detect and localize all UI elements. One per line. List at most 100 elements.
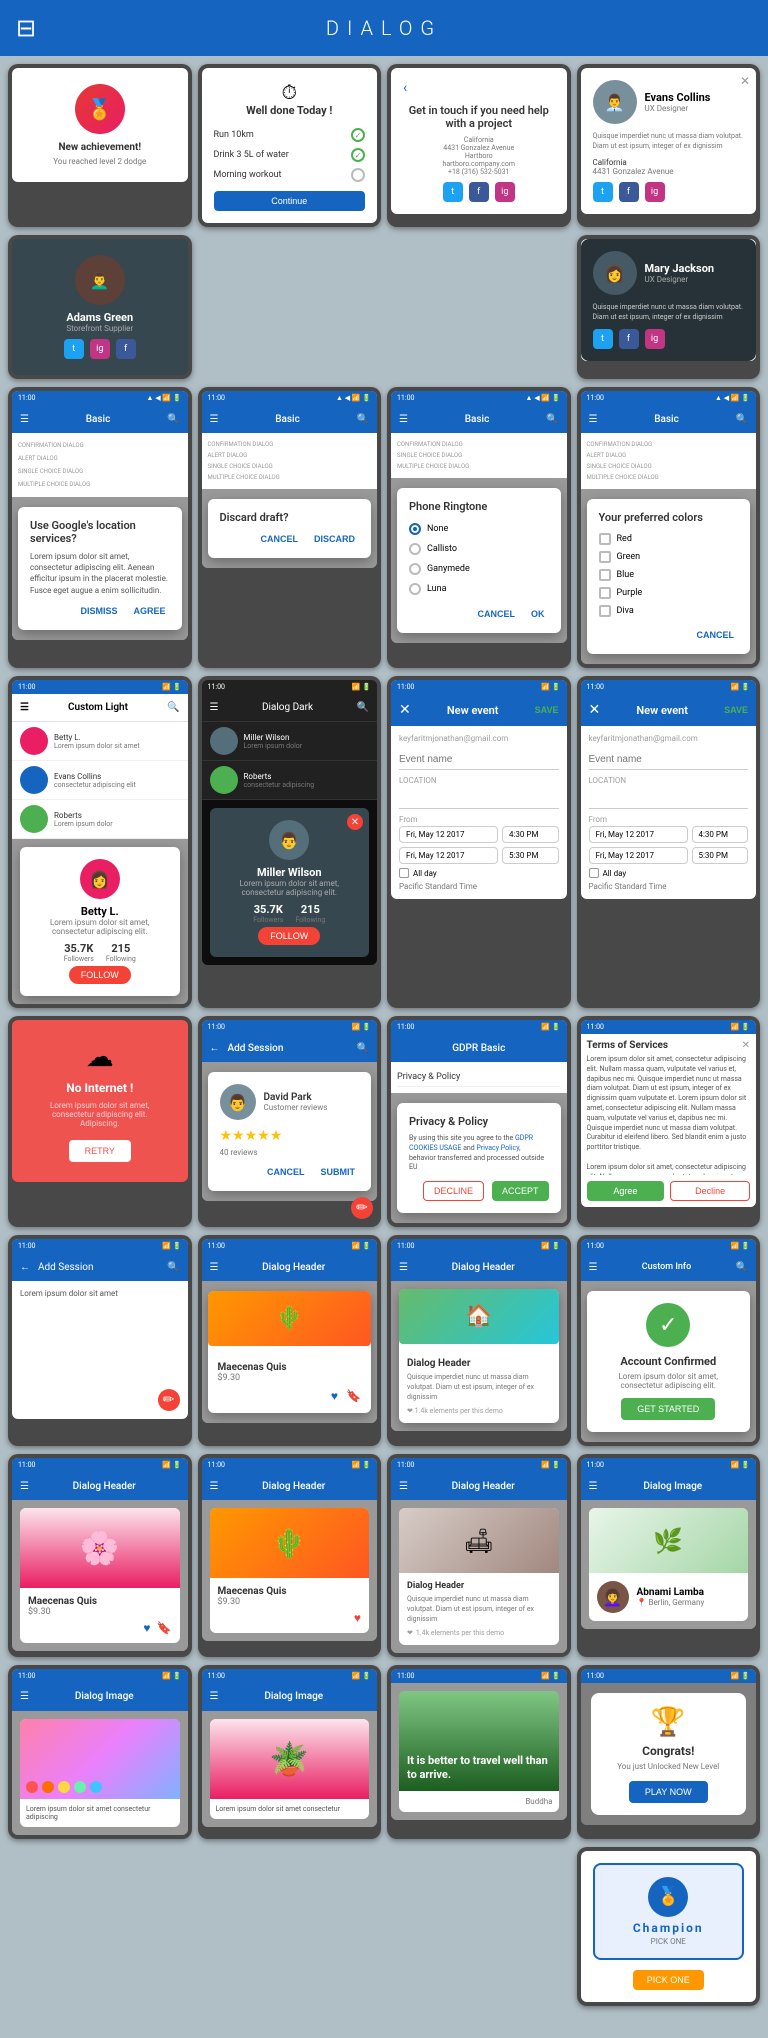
evans-ig[interactable]: ig (645, 182, 665, 202)
menu-icon[interactable]: ⊟ (16, 14, 36, 42)
from-date[interactable]: Fri, May 12 2017 (399, 826, 498, 843)
play-now-button[interactable]: PLAY NOW (629, 1781, 708, 1803)
ringtone-callisto[interactable]: Callisto (409, 539, 549, 559)
dhp-menu-icon[interactable]: ☰ (20, 1481, 29, 1492)
event-close-icon[interactable]: ✕ (399, 702, 411, 718)
color-blue[interactable]: Blue (599, 566, 739, 584)
ringtone-none[interactable]: None (409, 519, 549, 539)
dd-list-roberts[interactable]: Robertsconsectetur adipiscing (202, 761, 378, 800)
event2-save-button[interactable]: SAVE (724, 705, 748, 715)
terms-agree-button[interactable]: Agree (587, 1181, 665, 1201)
hamburger-icon[interactable]: ☰ (20, 414, 29, 425)
to2-date[interactable]: Fri, May 12 2017 (589, 847, 688, 864)
review-submit-button[interactable]: SUBMIT (317, 1165, 360, 1179)
search-icon-2[interactable]: 🔍 (357, 414, 369, 425)
ci-search-icon[interactable]: 🔍 (736, 1262, 748, 1273)
ringtone-ok[interactable]: OK (527, 607, 549, 621)
from2-date[interactable]: Fri, May 12 2017 (589, 826, 688, 843)
close-icon[interactable]: ✕ (740, 74, 750, 88)
ringtone-cancel[interactable]: CANCEL (474, 607, 520, 621)
discard-cancel-button[interactable]: CANCEL (256, 532, 302, 546)
pick-one-button[interactable]: PICK ONE (633, 1970, 704, 1990)
colors-cancel[interactable]: CANCEL (693, 628, 739, 642)
color-diva[interactable]: Diva (599, 602, 739, 620)
search-icon-3[interactable]: 🔍 (546, 414, 558, 425)
dis-menu-icon[interactable]: ☰ (589, 1481, 598, 1492)
event2-close-icon[interactable]: ✕ (589, 702, 601, 718)
terms-decline-button[interactable]: Decline (670, 1181, 750, 1201)
from2-time[interactable]: 4:30 PM (692, 826, 749, 843)
ci-menu-icon[interactable]: ☰ (589, 1262, 598, 1273)
evans-twitter[interactable]: t (593, 182, 613, 202)
dhr-menu-icon[interactable]: ☰ (399, 1481, 408, 1492)
cl-menu-icon[interactable]: ☰ (20, 702, 29, 713)
list-item-evans[interactable]: Evans Collinsconsectetur adipiscing elit (12, 761, 188, 800)
adams-ig[interactable]: ig (90, 339, 110, 359)
dhc-heart-icon[interactable]: ♥ (354, 1611, 361, 1625)
gdpr-privacy-item[interactable]: Privacy & Policy (397, 1068, 561, 1087)
cl-search-icon[interactable]: 🔍 (167, 702, 179, 713)
adams-twitter[interactable]: t (64, 339, 84, 359)
mary-twitter[interactable]: t (593, 329, 613, 349)
location-input[interactable] (399, 790, 559, 809)
gdpr-decline-button[interactable]: DECLINE (423, 1181, 484, 1201)
event2-name-input[interactable] (589, 750, 749, 770)
event-name-input[interactable] (399, 750, 559, 770)
as-fab[interactable]: ✏ (158, 1389, 180, 1411)
continue-button[interactable]: Continue (214, 191, 366, 211)
discard-button[interactable]: DISCARD (310, 532, 359, 546)
dd-menu-icon[interactable]: ☰ (210, 702, 219, 713)
event-save-button[interactable]: SAVE (535, 705, 559, 715)
ringtone-ganymede[interactable]: Ganymede (409, 559, 549, 579)
search-icon-4[interactable]: 🔍 (736, 414, 748, 425)
review-cancel-button[interactable]: CANCEL (263, 1165, 309, 1179)
terms-close-icon[interactable]: ✕ (742, 1040, 750, 1051)
to-date[interactable]: Fri, May 12 2017 (399, 847, 498, 864)
all-day-checkbox[interactable]: All day (399, 868, 559, 878)
get-started-button[interactable]: GET STARTED (621, 1398, 715, 1420)
dismiss-button[interactable]: DISMISS (76, 604, 121, 618)
hamburger-icon-4[interactable]: ☰ (589, 414, 598, 425)
dh2-menu-icon[interactable]: ☰ (399, 1262, 408, 1273)
back-button[interactable]: ‹ (403, 80, 555, 96)
dhp-like-icon[interactable]: ♥ (143, 1621, 150, 1635)
ringtone-luna[interactable]: Luna (409, 579, 549, 599)
rev-search-icon[interactable]: 🔍 (357, 1043, 369, 1054)
location2-input[interactable] (589, 790, 749, 809)
mary-fb[interactable]: f (619, 329, 639, 349)
instagram-icon[interactable]: ig (495, 182, 515, 202)
color-red[interactable]: Red (599, 530, 739, 548)
rev-back-icon[interactable]: ← (210, 1043, 220, 1054)
dd-list-miller[interactable]: Miller WilsonLorem ipsum dolor (202, 722, 378, 761)
adams-fb[interactable]: f (116, 339, 136, 359)
search-icon[interactable]: 🔍 (167, 414, 179, 425)
mary-ig[interactable]: ig (645, 329, 665, 349)
star-rating[interactable]: ★★★★★ (220, 1128, 360, 1144)
to-time[interactable]: 5:30 PM (502, 847, 559, 864)
dh1-menu-icon[interactable]: ☰ (210, 1262, 219, 1273)
betty-follow-button[interactable]: FOLLOW (69, 966, 131, 984)
dip-menu-icon[interactable]: ☰ (210, 1691, 219, 1702)
dd-search-icon[interactable]: 🔍 (357, 702, 369, 713)
dhc-menu-icon[interactable]: ☰ (210, 1481, 219, 1492)
to2-time[interactable]: 5:30 PM (692, 847, 749, 864)
dih-menu-icon[interactable]: ☰ (20, 1691, 29, 1702)
facebook-icon[interactable]: f (469, 182, 489, 202)
as-search-icon[interactable]: 🔍 (167, 1262, 179, 1273)
hamburger-icon-3[interactable]: ☰ (399, 414, 408, 425)
as-back-icon[interactable]: ← (20, 1262, 30, 1273)
color-green[interactable]: Green (599, 548, 739, 566)
twitter-icon[interactable]: t (443, 182, 463, 202)
agree-button[interactable]: AGREE (129, 604, 169, 618)
dhp-bookmark-icon[interactable]: 🔖 (157, 1621, 172, 1635)
color-purple[interactable]: Purple (599, 584, 739, 602)
retry-button[interactable]: RETRY (69, 1140, 131, 1162)
miller-follow-button[interactable]: FOLLOW (258, 927, 320, 945)
evans-fb[interactable]: f (619, 182, 639, 202)
list-item-roberts[interactable]: RobertsLorem ipsum dolor (12, 800, 188, 839)
fab-icon[interactable]: ✏ (351, 1197, 373, 1201)
dh1-like-icon[interactable]: ♥ (331, 1389, 338, 1403)
from-time[interactable]: 4:30 PM (502, 826, 559, 843)
list-item-betty[interactable]: Betty L.Lorem ipsum dolor sit amet (12, 722, 188, 761)
dh1-bookmark-icon[interactable]: 🔖 (346, 1389, 361, 1403)
